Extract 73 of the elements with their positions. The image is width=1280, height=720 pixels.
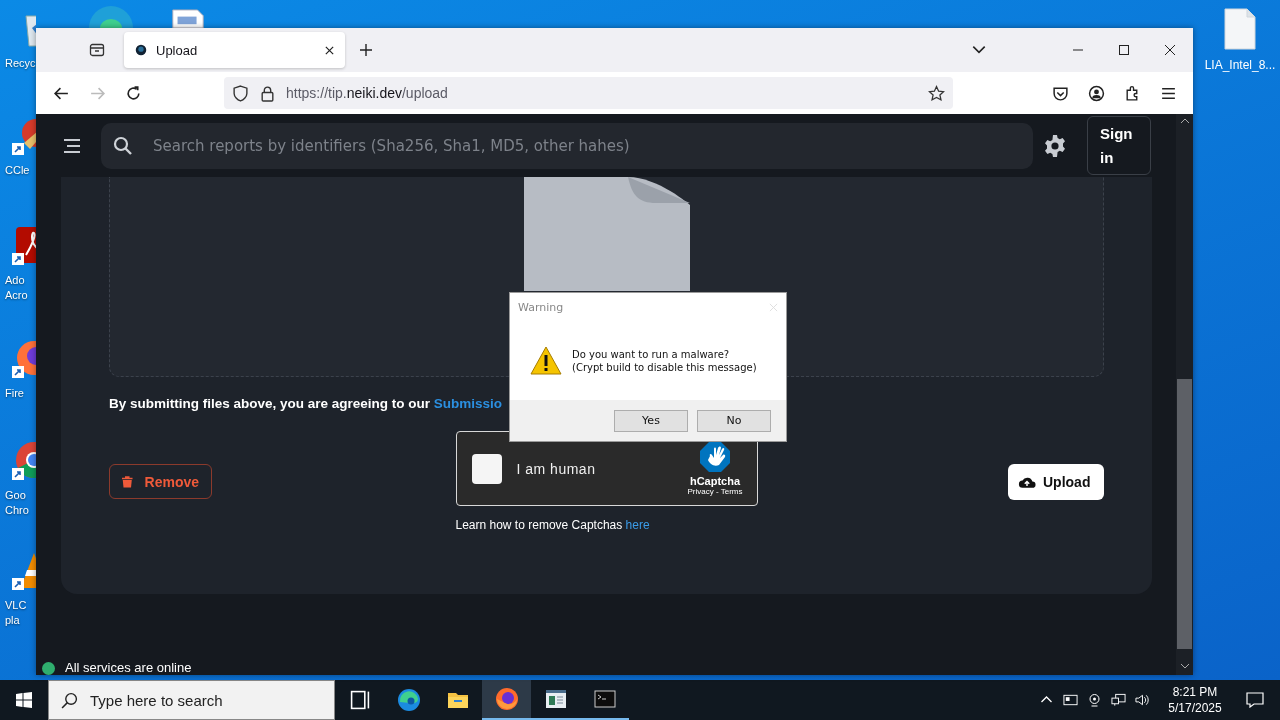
webcam-icon[interactable] xyxy=(1087,693,1102,707)
fox-globe-icon[interactable] xyxy=(494,687,519,711)
notification-icon[interactable] xyxy=(1246,692,1264,708)
desktop-icon-label: Fire xyxy=(5,386,24,401)
shield-icon[interactable] xyxy=(232,84,249,102)
site-logo-icon xyxy=(134,43,148,57)
scrollbar[interactable] xyxy=(1176,114,1193,675)
shortcut-arrow-icon xyxy=(12,253,24,265)
menu-icon[interactable] xyxy=(62,137,82,154)
scroll-up-icon[interactable] xyxy=(1179,118,1190,124)
upload-button[interactable]: Upload xyxy=(1008,463,1104,500)
shortcut-arrow-icon xyxy=(12,578,24,590)
clock[interactable]: 8:21 PM 5/17/2025 xyxy=(1164,684,1226,716)
settings-icon[interactable] xyxy=(1043,133,1067,158)
shortcut-arrow-icon xyxy=(12,468,24,480)
file-icon xyxy=(523,177,690,291)
network-icon[interactable] xyxy=(1111,693,1126,707)
submission-link[interactable]: Submissio xyxy=(433,396,503,411)
plus-icon[interactable] xyxy=(359,43,373,57)
status-text: All services are online xyxy=(65,661,192,675)
search-bar[interactable]: Search reports by identifiers (Sha256, Sha1, MD5, other hahes) xyxy=(101,122,1033,169)
speaker-icon[interactable] xyxy=(1135,693,1150,707)
lock-icon[interactable] xyxy=(259,84,276,102)
dialog-button[interactable]: Yes xyxy=(614,409,688,432)
address-bar[interactable]: https://tip.neiki.dev/upload xyxy=(224,77,953,109)
document-icon[interactable] xyxy=(170,9,206,28)
desktop-icon-label: Goo xyxy=(5,488,26,503)
star-icon[interactable] xyxy=(928,84,945,102)
help-link[interactable]: here xyxy=(625,518,650,532)
shortcut-arrow-icon xyxy=(12,366,24,378)
swirl-logo-icon[interactable] xyxy=(396,688,421,712)
desktop-icon-label: VLC xyxy=(5,598,27,613)
desktop-icon-label: LIA_Intel_8... xyxy=(1204,58,1276,72)
url-text: https://tip.neiki.dev/upload xyxy=(286,85,448,101)
status-dot xyxy=(42,661,55,675)
browser-tab[interactable]: Upload xyxy=(124,32,345,68)
taskbar-search-bar[interactable]: Type here to search xyxy=(48,680,335,720)
desktop-icon-label: Ado xyxy=(5,273,25,288)
taskbar-search-input[interactable]: Type here to search xyxy=(88,690,322,710)
captcha-checkbox[interactable] xyxy=(471,453,502,484)
desktop-icon-label: CCle xyxy=(5,163,30,178)
captcha-help-text: Learn how to remove Captchas here xyxy=(455,518,650,532)
dialog-message: Do you want to run a malware? xyxy=(572,347,731,361)
blank-file-icon[interactable] xyxy=(1224,8,1256,50)
pocket-icon[interactable] xyxy=(1052,84,1069,102)
reload-icon[interactable] xyxy=(125,84,142,102)
close-icon[interactable] xyxy=(324,44,335,56)
desktop-icon-label: Acro xyxy=(5,288,28,303)
search-icon[interactable] xyxy=(61,691,78,709)
app-window-icon[interactable] xyxy=(543,687,568,711)
captcha-label: I am human xyxy=(516,460,596,477)
desktop-icon-label: Recyc xyxy=(5,56,36,71)
tray-icon[interactable] xyxy=(89,42,105,58)
account-icon[interactable] xyxy=(1088,84,1105,102)
warning-icon xyxy=(530,345,562,376)
desktop-icon-label: pla xyxy=(5,613,20,628)
scroll-down-icon[interactable] xyxy=(1179,663,1190,669)
search-icon[interactable] xyxy=(113,135,133,156)
desktop-icon-label: Chro xyxy=(5,503,29,518)
captcha-brand: hCaptcha xyxy=(689,475,741,487)
captcha-links[interactable]: Privacy - Terms xyxy=(687,487,743,496)
shortcut-arrow-icon xyxy=(12,143,24,155)
dialog-button[interactable]: No xyxy=(697,409,771,432)
sign-in-button[interactable]: Sign in xyxy=(1087,116,1151,175)
trash-icon xyxy=(122,474,133,489)
terminal-icon[interactable] xyxy=(592,687,617,711)
search-input[interactable]: Search reports by identifiers (Sha256, Sha1, MD5, other hahes) xyxy=(151,135,1021,156)
dialog-title: Warning xyxy=(518,300,564,314)
windows-start-icon[interactable] xyxy=(16,692,32,708)
keyboard-icon[interactable] xyxy=(1063,693,1078,707)
agreement-text: By submitting files above, you are agreeing to our Submissio xyxy=(109,395,504,413)
remove-button[interactable]: Remove xyxy=(109,464,212,499)
dialog-message: (Crypt build to disable this message) xyxy=(572,360,757,374)
